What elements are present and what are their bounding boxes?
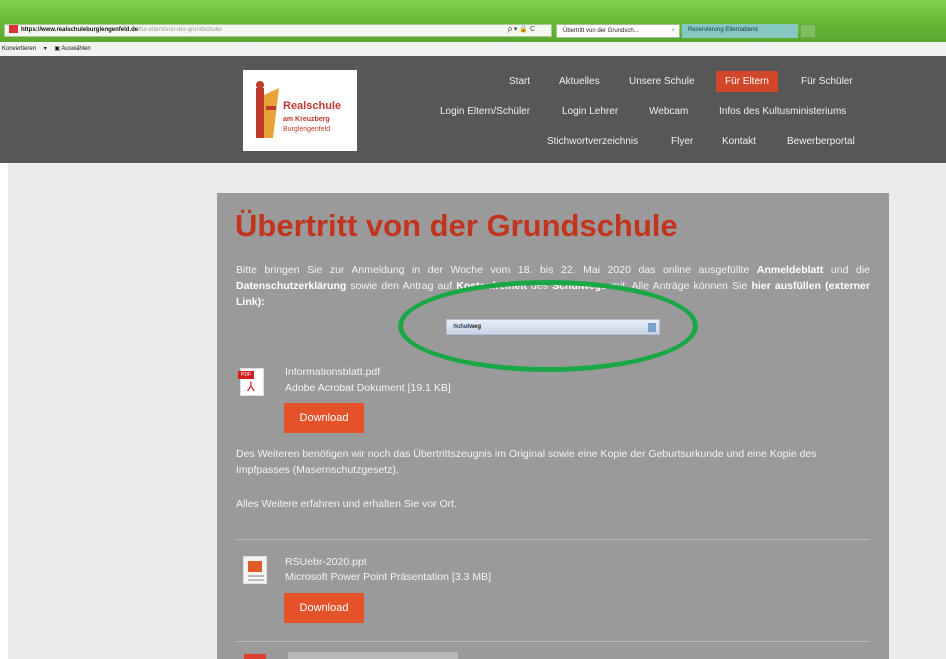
address-bar[interactable]: https://www.realschuleburglengenfeld.de/… [4, 24, 552, 37]
file1-name[interactable]: Informationsblatt.pdf [285, 366, 380, 378]
nav-infos-kultusministerium[interactable]: Infos des Kultusministeriums [719, 106, 846, 117]
address-tools-icon[interactable]: ρ ▾ 🔒 C [508, 25, 535, 33]
nav-webcam[interactable]: Webcam [649, 106, 688, 117]
nav-bewerberportal[interactable]: Bewerberportal [787, 136, 855, 147]
divider [236, 641, 870, 642]
command-bar: Konvertieren ▾ ▣ Auswählen [0, 42, 946, 56]
nav-fuer-eltern[interactable]: Für Eltern [716, 71, 778, 92]
additional-documents-text: Des Weiteren benötigen wir noch das Über… [236, 448, 817, 476]
browser-chrome: https://www.realschuleburglengenfeld.de/… [0, 0, 946, 42]
nav-start[interactable]: Start [509, 76, 530, 87]
download-button-ppt[interactable]: Download [284, 593, 364, 623]
partial-file-name [288, 652, 458, 659]
ppt-file-icon [243, 556, 267, 584]
nav-login-lehrer[interactable]: Login Lehrer [562, 106, 618, 117]
convert-menu[interactable]: Konvertieren ▾ [2, 46, 47, 52]
tab-label: Übertritt von der Grundsch... [563, 28, 639, 34]
partial-file-icon [244, 654, 266, 659]
url-host: https://www.realschuleburglengenfeld.de [21, 27, 139, 33]
url-path: /fur-eltern/von-der-grundschule/ [138, 27, 223, 33]
pdf-file-icon: PDF ⅄ [238, 368, 264, 396]
nav-stichwortverzeichnis[interactable]: Stichwortverzeichnis [547, 136, 638, 147]
nav-fuer-schueler[interactable]: Für Schüler [801, 76, 853, 87]
tab-label: Reservierung Elternabend [688, 27, 758, 33]
school-logo[interactable]: Realschule am Kreuzberg Burglengenfeld [243, 70, 357, 151]
more-info-text: Alles Weitere erfahren und erhalten Sie … [236, 498, 457, 510]
logo-title: Realschule [283, 100, 342, 112]
select-button[interactable]: ▣ Auswählen [54, 46, 96, 52]
nav-unsere-schule[interactable]: Unsere Schule [629, 76, 695, 87]
logo-figure-icon [256, 81, 279, 138]
nav-flyer[interactable]: Flyer [671, 136, 693, 147]
download-button-pdf[interactable]: Download [284, 403, 364, 433]
tab-uebertritt[interactable]: Übertritt von der Grundsch... × [556, 24, 680, 38]
page-title: Übertritt von der Grundschule [235, 208, 678, 243]
site-header: Realschule am Kreuzberg Burglengenfeld S… [0, 56, 946, 163]
tab-reservierung[interactable]: Reservierung Elternabend [682, 24, 798, 38]
nav-login-eltern-schueler[interactable]: Login Eltern/Schüler [440, 106, 530, 117]
highlight-ellipse [398, 280, 698, 372]
divider [236, 539, 870, 540]
file1-type: Adobe Acrobat Dokument [19.1 KB] [285, 382, 451, 394]
site-favicon-icon [9, 25, 18, 34]
close-tab-icon[interactable]: × [671, 25, 675, 37]
new-tab-button[interactable] [800, 24, 816, 38]
nav-aktuelles[interactable]: Aktuelles [559, 76, 600, 87]
nav-kontakt[interactable]: Kontakt [722, 136, 756, 147]
file2-type: Microsoft Power Point Präsentation [3.3 … [285, 571, 492, 583]
logo-subtitle: am Kreuzberg [283, 116, 330, 123]
logo-city: Burglengenfeld [283, 126, 331, 133]
file2-name[interactable]: RSUebr-2020.ppt [285, 556, 367, 568]
